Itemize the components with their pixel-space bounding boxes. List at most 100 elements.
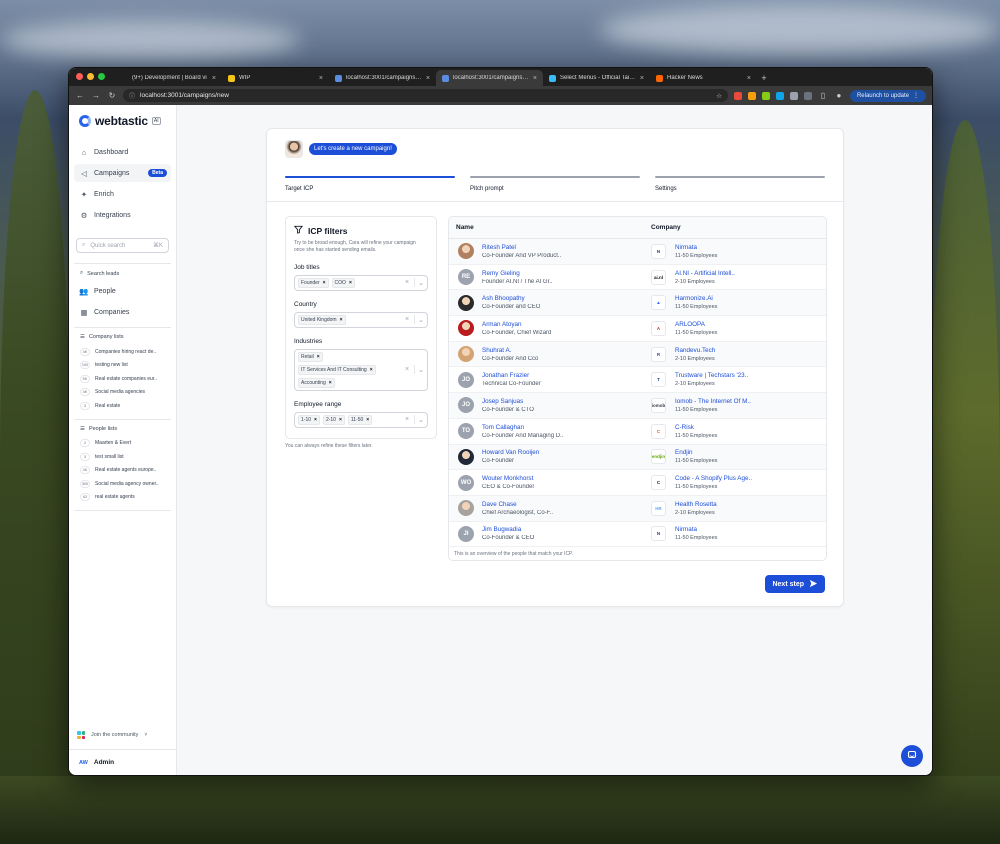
extension-icon[interactable] <box>733 91 742 100</box>
step-pitch-prompt[interactable]: Pitch prompt <box>470 176 640 192</box>
clear-icon[interactable]: × <box>405 366 409 373</box>
person-name-link[interactable]: Dave Chase <box>482 501 553 508</box>
table-row[interactable]: RE Remy Gieling Founder AI.NI / The AI Gr.… <box>449 265 826 291</box>
forward-icon[interactable]: → <box>91 91 101 100</box>
list-item[interactable]: 3 test small list <box>74 450 171 464</box>
company-name-link[interactable]: AI.NI - Artificial Intell.. <box>675 270 735 277</box>
person-name-link[interactable]: Tom Callaghan <box>482 424 563 431</box>
nav-item-companies[interactable]: ▦ Companies <box>74 303 171 321</box>
minimize-window-button[interactable] <box>87 73 94 80</box>
profile-icon[interactable]: ● <box>834 91 844 100</box>
company-name-link[interactable]: Harmonize.Ai <box>675 295 717 302</box>
close-tab-icon[interactable]: × <box>640 75 644 82</box>
next-step-button[interactable]: Next step <box>765 575 825 593</box>
clear-icon[interactable]: × <box>405 316 409 323</box>
quick-search-input[interactable]: ⌕ Quick search ⌘K <box>76 238 169 253</box>
extension-icon[interactable] <box>775 91 784 100</box>
close-tab-icon[interactable]: × <box>319 75 323 82</box>
step-target-icp[interactable]: Target ICP <box>285 176 455 192</box>
company-name-link[interactable]: Health Rosetta <box>675 501 717 508</box>
clear-icon[interactable]: × <box>405 416 409 423</box>
close-tab-icon[interactable]: × <box>426 75 430 82</box>
filter-select-job-titles[interactable]: Founder × COO × × ⌄ <box>294 274 428 291</box>
person-name-link[interactable]: Wouter Monkhorst <box>482 475 534 482</box>
join-community-link[interactable]: Join the community ˅ <box>69 731 176 749</box>
list-item[interactable]: 2 Maarten & Evert <box>74 437 171 451</box>
chevron-down-icon[interactable]: ⌄ <box>418 416 424 424</box>
company-name-link[interactable]: Trustware | Techstars '23.. <box>675 372 748 379</box>
browser-tab[interactable]: WIP × <box>222 70 329 86</box>
list-item[interactable]: 100 testing new list <box>74 359 171 373</box>
chevron-down-icon[interactable]: ⌄ <box>418 366 424 374</box>
remove-chip-icon[interactable]: × <box>349 280 352 286</box>
remove-chip-icon[interactable]: × <box>314 417 317 423</box>
person-name-link[interactable]: Howard Van Rooijen <box>482 449 539 456</box>
person-name-link[interactable]: Ritesh Patel <box>482 244 561 251</box>
close-window-button[interactable] <box>76 73 83 80</box>
extension-icon[interactable] <box>789 91 798 100</box>
person-name-link[interactable]: Josep Sanjuas <box>482 398 534 405</box>
browser-tab[interactable]: Select Menus - Official Tailwi × <box>543 70 650 86</box>
company-name-link[interactable]: C-Risk <box>675 424 717 431</box>
table-row[interactable]: Shuhrat A. Co-Founder And Cco R Randevu.Tec… <box>449 341 826 368</box>
list-item[interactable]: 5K Real estate companies eur.. <box>74 372 171 386</box>
list-item[interactable]: 4K Real estate agents europe.. <box>74 464 171 478</box>
table-row[interactable]: JO Jonathan Frazier Technical Co-Founder T T… <box>449 367 826 394</box>
extensions-puzzle-icon[interactable] <box>803 91 812 100</box>
list-item[interactable]: 4K Companies hiring react de.. <box>74 345 171 359</box>
reload-icon[interactable]: ↻ <box>107 91 117 100</box>
list-item[interactable]: 300 Social media agency owner.. <box>74 477 171 491</box>
table-row[interactable]: TO Tom Callaghan Co-Founder And Managing D… <box>449 419 826 445</box>
url-bar[interactable]: ⓘ localhost:3001/campaigns/new ☆ <box>123 89 728 102</box>
remove-chip-icon[interactable]: × <box>329 380 332 386</box>
remove-chip-icon[interactable]: × <box>339 417 342 423</box>
browser-tab[interactable]: localhost:3001/campaigns/ne × <box>329 70 436 86</box>
person-name-link[interactable]: Remy Gieling <box>482 270 553 277</box>
close-tab-icon[interactable]: × <box>533 75 537 82</box>
column-header-company[interactable]: Company <box>651 224 681 231</box>
sidebar-toggle-icon[interactable]: ▯ <box>818 91 828 100</box>
person-name-link[interactable]: Jonathan Frazier <box>482 372 541 379</box>
filter-select-industries[interactable]: Retail × IT Services And IT Consulting × Acc… <box>294 348 428 391</box>
nav-item-dashboard[interactable]: ⌂ Dashboard <box>74 143 171 161</box>
new-tab-icon[interactable]: + <box>757 70 771 86</box>
table-row[interactable]: WO Wouter Monkhorst CEO & Co-Founder C Code … <box>449 470 826 496</box>
filter-select-country[interactable]: United Kingdom × × ⌄ <box>294 311 428 328</box>
chevron-down-icon[interactable]: ⌄ <box>418 279 424 287</box>
table-row[interactable]: Ash Bhoopathy Co-Founder and CEO ▲ Harmoniz… <box>449 290 826 317</box>
nav-item-people[interactable]: 👥 People <box>74 282 171 300</box>
relaunch-button[interactable]: Relaunch to update ⋮ <box>849 89 926 102</box>
browser-tab[interactable]: Hacker News × <box>650 70 757 86</box>
table-row[interactable]: JO Josep Sanjuas Co-Founder & CTO iomob Iomo… <box>449 393 826 419</box>
chat-launcher-button[interactable] <box>901 745 923 767</box>
back-icon[interactable]: ← <box>75 91 85 100</box>
remove-chip-icon[interactable]: × <box>366 417 369 423</box>
browser-tab[interactable]: (9+) Development | Board vi × <box>115 70 222 86</box>
remove-chip-icon[interactable]: × <box>317 354 320 360</box>
nav-item-campaigns[interactable]: ◁ Campaigns Beta <box>74 164 171 182</box>
table-row[interactable]: JI Jim Bugwadia Co-Founder & CEO N Nirmata 11… <box>449 522 826 548</box>
person-name-link[interactable]: Jim Bugwadia <box>482 526 534 533</box>
table-row[interactable]: Dave Chase Chief Archaeologist, Co-F.. HR H… <box>449 495 826 522</box>
person-name-link[interactable]: Ash Bhoopathy <box>482 295 540 302</box>
company-name-link[interactable]: Randevu.Tech <box>675 347 715 354</box>
column-header-name[interactable]: Name <box>449 224 651 231</box>
chevron-down-icon[interactable]: ⌄ <box>418 316 424 324</box>
list-item[interactable]: 63 real estate agents <box>74 491 171 505</box>
brand-logo[interactable]: webtastic AI <box>74 113 171 129</box>
user-menu[interactable]: AW Admin <box>69 749 176 775</box>
bookmark-star-icon[interactable]: ☆ <box>716 92 722 100</box>
company-name-link[interactable]: Nirmata <box>675 526 717 533</box>
company-name-link[interactable]: Code - A Shopify Plus Age.. <box>675 475 752 482</box>
remove-chip-icon[interactable]: × <box>370 367 373 373</box>
list-item[interactable]: 4K Social media agencies <box>74 386 171 400</box>
filter-select-employee-range[interactable]: 1-10 × 2-10 × 11-50 × × ⌄ <box>294 411 428 428</box>
company-name-link[interactable]: ARLOOPA <box>675 321 717 328</box>
step-settings[interactable]: Settings <box>655 176 825 192</box>
extension-icon[interactable] <box>747 91 756 100</box>
remove-chip-icon[interactable]: × <box>340 317 343 323</box>
table-row[interactable]: Howard Van Rooijen Co-Founder endjin Endjin… <box>449 444 826 471</box>
table-row[interactable]: Arman Atoyan Co-Founder, Chief Wizard A ARL… <box>449 316 826 342</box>
person-name-link[interactable]: Shuhrat A. <box>482 347 538 354</box>
extension-icon[interactable] <box>761 91 770 100</box>
